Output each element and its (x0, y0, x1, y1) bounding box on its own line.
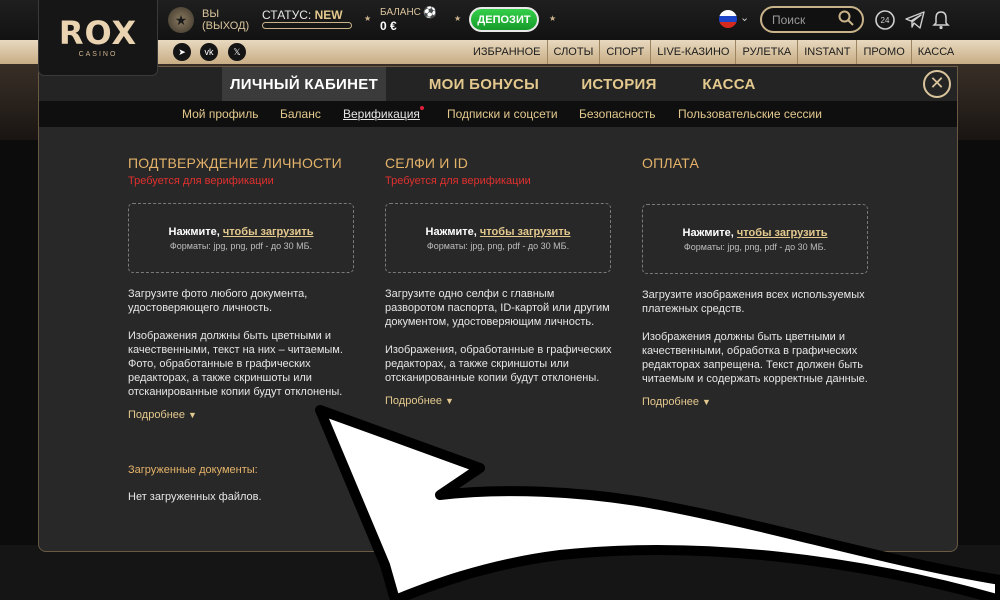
upload-prompt: Нажмите, (682, 226, 734, 239)
language-flag-icon[interactable] (719, 10, 737, 28)
tab-personal-account[interactable]: ЛИЧНЫЙ КАБИНЕТ (222, 67, 386, 101)
background-content (0, 545, 1000, 600)
upload-link[interactable]: чтобы загрузить (480, 226, 571, 238)
main-nav-links: ИЗБРАННОЕ СЛОТЫ СПОРТ LIVE-КАЗИНО РУЛЕТК… (467, 40, 960, 64)
verification-column-payment: ОПЛАТА Нажмите, чтобы загрузить Форматы:… (642, 155, 870, 408)
uploaded-docs-label: Загруженные документы: (128, 464, 258, 476)
column-description: Загрузите одно селфи с главным разворото… (385, 288, 610, 328)
chevron-down-icon: ▼ (702, 397, 711, 407)
column-description: Загрузите изображения всех используемых … (642, 289, 865, 315)
tab-my-bonuses[interactable]: МОИ БОНУСЫ (419, 67, 549, 101)
account-modal: ЛИЧНЫЙ КАБИНЕТ МОИ БОНУСЫ ИСТОРИЯ КАССА … (38, 66, 958, 552)
nav-link-sport[interactable]: СПОРТ (599, 40, 650, 64)
notification-bell-icon[interactable] (930, 9, 952, 31)
search-icon[interactable] (838, 10, 854, 26)
upload-dropzone[interactable]: Нажмите, чтобы загрузить Форматы: jpg, p… (385, 203, 611, 273)
required-note (642, 175, 870, 188)
column-requirements: Изображения должны быть цветными и качес… (642, 331, 868, 385)
star-divider-icon: ★ (454, 14, 462, 23)
column-requirements: Изображения должны быть цветными и качес… (128, 330, 343, 398)
uploaded-docs-empty: Нет загруженных файлов. (128, 491, 262, 503)
more-label: Подробнее (128, 409, 186, 421)
status-progress-bar (262, 22, 352, 29)
chevron-down-icon: ▼ (188, 410, 197, 420)
nav-link-promo[interactable]: ПРОМО (856, 40, 910, 64)
upload-formats: Форматы: jpg, png, pdf - до 30 МБ. (169, 240, 313, 251)
more-label: Подробнее (642, 396, 700, 408)
upload-prompt: Нажмите, (425, 225, 477, 238)
user-avatar-icon[interactable]: ★ (168, 7, 194, 33)
notification-dot (420, 106, 424, 110)
nav-link-roulette[interactable]: РУЛЕТКА (735, 40, 797, 64)
subnav-profile[interactable]: Мой профиль (182, 107, 259, 121)
column-requirements: Изображения, обработанные в графических … (385, 344, 612, 384)
star-divider-icon: ★ (364, 14, 372, 23)
more-details-link[interactable]: Подробнее ▼ (642, 396, 870, 408)
account-subnav: Мой профиль Баланс Верификация Подписки … (39, 101, 957, 127)
close-button[interactable]: ✕ (923, 70, 951, 98)
status-label: СТАТУС: NEW (262, 8, 343, 22)
nav-link-instant[interactable]: INSTANT (797, 40, 856, 64)
balance-label: БАЛАНС (380, 7, 421, 18)
required-note: Требуется для верификации (385, 175, 531, 187)
chevron-down-icon: ▼ (445, 396, 454, 406)
upload-link[interactable]: чтобы загрузить (223, 226, 314, 238)
user-label: ВЫ (202, 8, 220, 20)
balance-info-icon[interactable]: ⚽ (423, 6, 437, 19)
status-title: СТАТУС: (262, 8, 312, 22)
chevron-down-icon[interactable]: ⌄ (740, 11, 749, 24)
nav-link-live-casino[interactable]: LIVE-КАЗИНО (650, 40, 735, 64)
more-details-link[interactable]: Подробнее ▼ (385, 395, 613, 407)
modal-tabs: ЛИЧНЫЙ КАБИНЕТ МОИ БОНУСЫ ИСТОРИЯ КАССА … (39, 67, 957, 101)
nav-link-cashier[interactable]: КАССА (910, 40, 961, 64)
upload-link[interactable]: чтобы загрузить (737, 227, 828, 239)
nav-link-favorites[interactable]: ИЗБРАННОЕ (467, 40, 547, 64)
tab-history[interactable]: ИСТОРИЯ (574, 67, 664, 101)
upload-formats: Форматы: jpg, png, pdf - до 30 МБ. (426, 240, 570, 251)
nav-link-slots[interactable]: СЛОТЫ (546, 40, 600, 64)
telegram-icon[interactable] (904, 9, 926, 31)
upload-dropzone[interactable]: Нажмите, чтобы загрузить Форматы: jpg, p… (642, 204, 868, 274)
subnav-subscriptions[interactable]: Подписки и соцсети (447, 107, 558, 121)
support-24-icon[interactable]: 24 (874, 9, 896, 31)
more-details-link[interactable]: Подробнее ▼ (128, 409, 356, 421)
verification-column-selfie: СЕЛФИ И ID Требуется для верификации Наж… (385, 155, 613, 407)
logo[interactable]: ROX CASINO (38, 0, 158, 76)
user-logout-link[interactable]: ВЫ (ВЫХОД) (202, 8, 249, 32)
status-value: NEW (314, 8, 343, 22)
search-input[interactable] (772, 13, 842, 27)
x-social-icon[interactable]: 𝕏 (228, 43, 246, 61)
subnav-verification[interactable]: Верификация (343, 107, 420, 121)
logo-subtitle: CASINO (78, 51, 118, 58)
telegram-social-icon[interactable]: ➤ (173, 43, 191, 61)
column-title: СЕЛФИ И ID (385, 155, 469, 171)
logo-text: ROX (58, 14, 138, 52)
upload-dropzone[interactable]: Нажмите, чтобы загрузить Форматы: jpg, p… (128, 203, 354, 273)
support-badge: 24 (881, 16, 890, 25)
search-box[interactable] (760, 6, 864, 33)
required-note: Требуется для верификации (128, 175, 274, 187)
column-title: ОПЛАТА (642, 155, 700, 171)
upload-formats: Форматы: jpg, png, pdf - до 30 МБ. (683, 241, 827, 252)
more-label: Подробнее (385, 395, 443, 407)
balance-value: 0 € (380, 19, 397, 33)
star-divider-icon: ★ (549, 14, 557, 23)
subnav-sessions[interactable]: Пользовательские сессии (678, 107, 822, 121)
logout-label: (ВЫХОД) (202, 20, 250, 32)
column-title: ПОДТВЕРЖДЕНИЕ ЛИЧНОСТИ (128, 155, 342, 171)
verification-column-identity: ПОДТВЕРЖДЕНИЕ ЛИЧНОСТИ Требуется для вер… (128, 155, 356, 421)
subnav-balance[interactable]: Баланс (280, 107, 321, 121)
tab-cashier[interactable]: КАССА (689, 67, 769, 101)
deposit-button[interactable]: ДЕПОЗИТ (469, 7, 539, 32)
upload-prompt: Нажмите, (168, 225, 220, 238)
column-description: Загрузите фото любого документа, удостов… (128, 288, 308, 314)
subnav-security[interactable]: Безопасность (579, 107, 656, 121)
vk-social-icon[interactable]: vk (200, 43, 218, 61)
